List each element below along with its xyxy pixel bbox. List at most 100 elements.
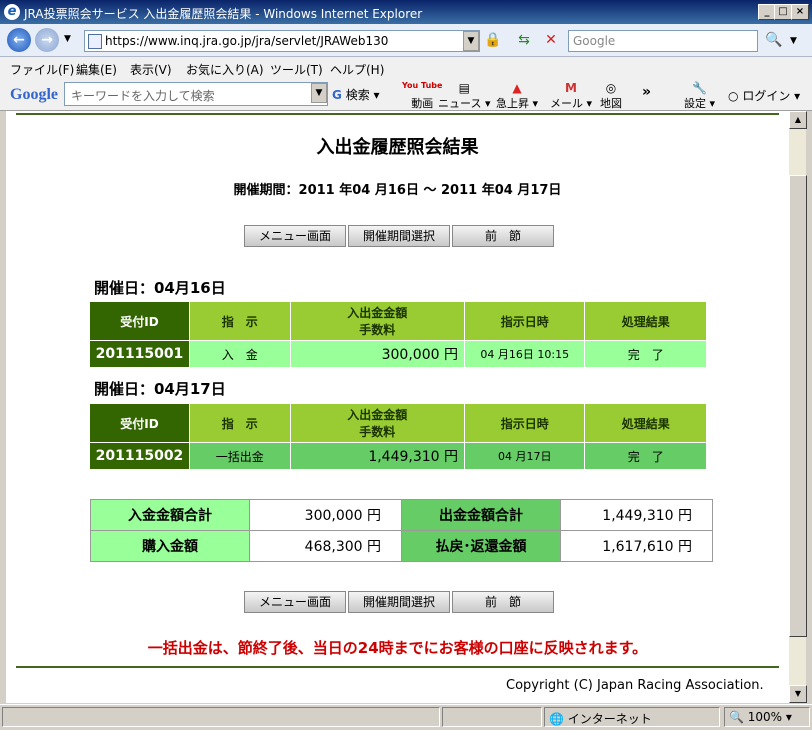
refund-label: 払戻･返還金額 xyxy=(401,530,561,562)
prev-section-button-bottom[interactable]: 前 節 xyxy=(452,591,554,613)
day2-heading: 開催日：04月17日 xyxy=(94,380,226,398)
zoom-text: 100% xyxy=(747,710,783,724)
row-id: 201115001 xyxy=(89,340,190,368)
login-button[interactable]: ○ ログイン ▾ xyxy=(728,87,800,104)
arrow-up-icon: ▲ xyxy=(512,81,522,95)
table-row: 201115002 一括出金 1,449,310 円 04 月17日 完 了 xyxy=(89,442,707,470)
google-g-icon: G xyxy=(332,88,342,102)
deposit-total-value: 300,000 円 xyxy=(249,499,402,531)
google-logo: Google xyxy=(10,86,58,103)
header-datetime: 指示日時 xyxy=(464,403,586,443)
menu-file[interactable]: ファイル(F) xyxy=(10,61,74,78)
period-select-button-bottom[interactable]: 開催期間選択 xyxy=(348,591,450,613)
lock-icon[interactable]: 🔒 xyxy=(483,30,503,50)
globe-icon: 🌐 xyxy=(549,712,564,726)
header-amount: 入出金金額 手数料 xyxy=(289,403,466,443)
google-search-placeholder: キーワードを入力して検索 xyxy=(71,89,215,103)
title-bar: e JRA投票照会サービス 入出金履歴照会結果 - Windows Intern… xyxy=(0,0,812,24)
row-instruction: 一括出金 xyxy=(188,442,291,470)
vertical-scrollbar[interactable]: ▲ ▼ xyxy=(789,111,807,703)
deposit-total-label: 入金金額合計 xyxy=(90,499,250,531)
header-amount: 入出金金額 手数料 xyxy=(289,301,465,341)
youtube-icon: You Tube xyxy=(402,81,443,90)
page-content: 入出金履歴照会結果 開催期間：2011 年04 月16日 〜 2011 年04 … xyxy=(6,111,789,703)
row-datetime: 04 月16日 10:15 xyxy=(463,340,586,368)
mail-button[interactable]: M メール ▾ xyxy=(550,81,592,111)
notice-text: 一括出金は、節終了後、当日の24時までにお客様の口座に反映されます。 xyxy=(147,639,648,657)
scroll-up-icon[interactable]: ▲ xyxy=(789,111,807,129)
header-instruction: 指 示 xyxy=(188,301,291,341)
google-search-dropdown[interactable]: ▼ xyxy=(311,83,327,103)
withdraw-total-label: 出金金額合計 xyxy=(401,499,561,531)
menu-edit[interactable]: 編集(E) xyxy=(76,61,117,78)
wrench-icon: 🔧 xyxy=(692,81,707,95)
trending-button[interactable]: ▲ 急上昇 ▾ xyxy=(496,81,538,111)
search-icon[interactable]: 🔍 xyxy=(764,30,784,50)
forward-button[interactable]: → xyxy=(35,28,59,52)
scroll-down-icon[interactable]: ▼ xyxy=(789,685,807,703)
zone-text: インターネット xyxy=(567,712,652,726)
header-datetime: 指示日時 xyxy=(463,301,586,341)
row-datetime: 04 月17日 xyxy=(464,442,586,470)
menu-tools[interactable]: ツール(T) xyxy=(270,61,323,78)
row-id: 201115002 xyxy=(89,442,190,470)
status-text-area xyxy=(2,707,440,727)
header-id: 受付ID xyxy=(89,301,190,341)
summary-table: 入金金額合計 300,000 円 出金金額合計 1,449,310 円 購入金額… xyxy=(90,499,713,562)
search-input[interactable]: Google xyxy=(568,30,758,52)
purchase-label: 購入金額 xyxy=(90,530,250,562)
search-options-icon[interactable]: ▼ xyxy=(790,36,797,46)
compass-icon: ◎ xyxy=(605,81,617,95)
period-select-button[interactable]: 開催期間選択 xyxy=(348,225,450,247)
page-title: 入出金履歴照会結果 xyxy=(316,137,479,157)
search-placeholder: Google xyxy=(573,34,616,48)
withdraw-total-value: 1,449,310 円 xyxy=(560,499,713,531)
maximize-button[interactable]: □ xyxy=(774,4,792,20)
menu-view[interactable]: 表示(V) xyxy=(130,61,172,78)
menu-screen-button-bottom[interactable]: メニュー画面 xyxy=(244,591,346,613)
top-divider xyxy=(16,113,779,115)
refresh-icon[interactable]: ⇆ xyxy=(514,30,534,50)
stop-icon[interactable]: ✕ xyxy=(541,30,561,50)
url-field[interactable]: https://www.inq.jra.go.jp/jra/servlet/JR… xyxy=(84,30,480,52)
zoom-segment[interactable]: 🔍 100% ▾ xyxy=(724,707,810,727)
close-button[interactable]: × xyxy=(791,4,809,20)
map-button[interactable]: ◎ 地図 xyxy=(600,81,622,111)
menu-favorites[interactable]: お気に入り(A) xyxy=(186,61,264,78)
table-row: 201115001 入 金 300,000 円 04 月16日 10:15 完 … xyxy=(89,340,707,368)
news-button[interactable]: ▤ ニュース ▾ xyxy=(438,81,490,111)
google-search-input[interactable]: キーワードを入力して検索 xyxy=(64,82,328,106)
refund-value: 1,617,610 円 xyxy=(560,530,713,562)
window-title: JRA投票照会サービス 入出金履歴照会結果 - Windows Internet… xyxy=(24,7,423,21)
history-dropdown-icon[interactable]: ▼ xyxy=(64,34,71,44)
header-id: 受付ID xyxy=(89,403,190,443)
scroll-thumb[interactable] xyxy=(789,175,807,637)
google-search-button[interactable]: G 検索 ▾ xyxy=(332,86,380,103)
menu-bar: ファイル(F) 編集(E) 表示(V) お気に入り(A) ツール(T) ヘルプ(… xyxy=(0,57,812,80)
bottom-divider xyxy=(16,666,779,668)
row-instruction: 入 金 xyxy=(188,340,291,368)
day1-heading: 開催日：04月16日 xyxy=(94,279,226,297)
copyright-text: Copyright (C) Japan Racing Association. xyxy=(506,678,764,693)
menu-help[interactable]: ヘルプ(H) xyxy=(330,61,384,78)
row-result: 完 了 xyxy=(584,340,707,368)
period-text: 開催期間：2011 年04 月16日 〜 2011 年04 月17日 xyxy=(233,183,562,198)
login-circle-icon: ○ xyxy=(728,89,739,103)
row-amount: 1,449,310 円 xyxy=(289,442,466,470)
header-instruction: 指 示 xyxy=(188,403,291,443)
page-icon xyxy=(88,34,102,49)
zone-segment: 🌐 インターネット xyxy=(544,707,720,727)
back-button[interactable]: ← xyxy=(7,28,31,52)
video-button[interactable]: You Tube 動画 xyxy=(402,81,442,111)
ie-logo-icon: e xyxy=(4,4,20,20)
menu-screen-button[interactable]: メニュー画面 xyxy=(244,225,346,247)
url-dropdown-button[interactable]: ▼ xyxy=(463,31,479,51)
settings-button[interactable]: 🔧 設定 ▾ xyxy=(684,81,715,111)
prev-section-button[interactable]: 前 節 xyxy=(452,225,554,247)
more-chevron-icon[interactable]: » xyxy=(642,84,651,100)
header-result: 処理結果 xyxy=(584,301,707,341)
row-amount: 300,000 円 xyxy=(289,340,465,368)
news-icon: ▤ xyxy=(458,81,470,95)
url-text: https://www.inq.jra.go.jp/jra/servlet/JR… xyxy=(105,34,389,48)
gmail-icon: M xyxy=(565,81,577,95)
